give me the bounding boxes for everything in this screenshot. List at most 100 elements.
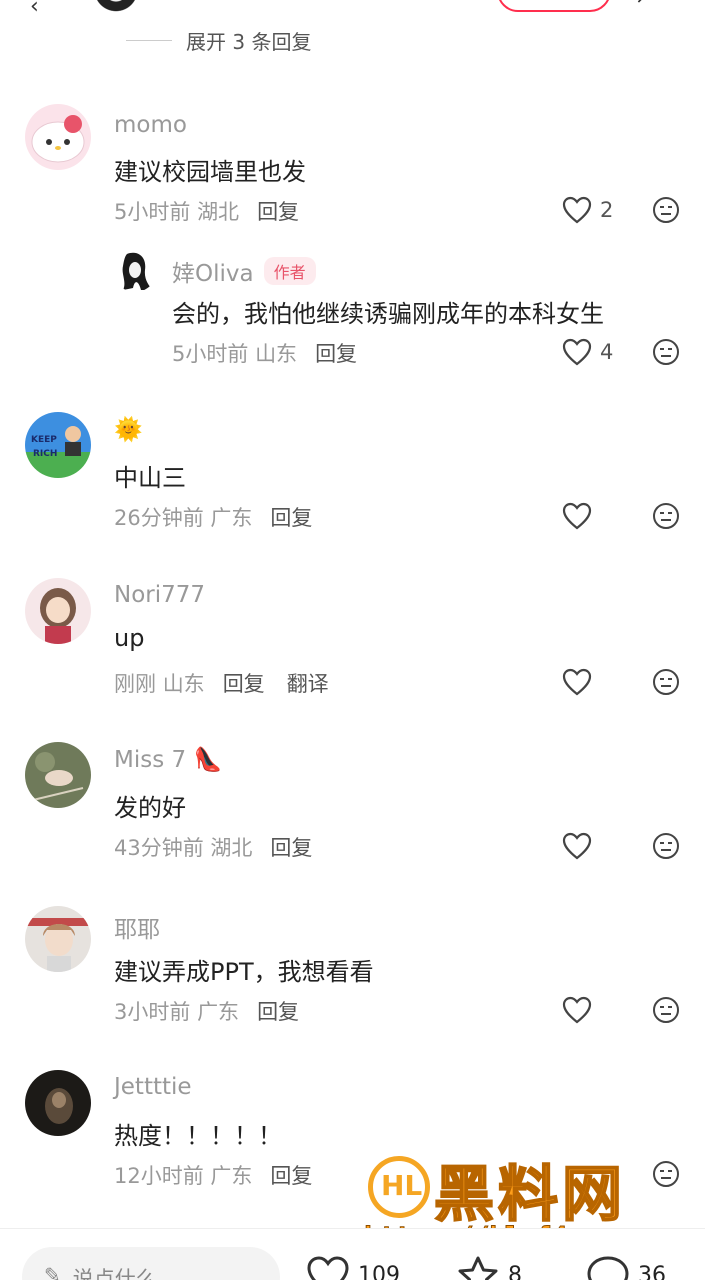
heart-icon bbox=[307, 1256, 349, 1280]
watermark-logo: HL bbox=[368, 1156, 430, 1218]
heart-icon bbox=[562, 996, 592, 1024]
avatar[interactable] bbox=[25, 742, 91, 808]
expand-replies-label[interactable]: 展开 3 条回复 bbox=[186, 26, 311, 55]
favorite-button[interactable]: 8 bbox=[456, 1255, 522, 1280]
comment-meta: 3小时前 广东 回复 bbox=[114, 996, 299, 1026]
emoji-reaction-icon[interactable] bbox=[652, 996, 680, 1024]
like-post-button[interactable]: 109 bbox=[306, 1255, 400, 1280]
author-name[interactable]: Jettttie bbox=[114, 1074, 192, 1100]
heart-icon bbox=[562, 502, 592, 530]
like-count: 4 bbox=[600, 340, 614, 364]
svg-text:KEEP: KEEP bbox=[31, 435, 57, 445]
author-name[interactable]: 婞Oliva bbox=[172, 254, 254, 288]
comment-author[interactable]: Miss 7 👠 bbox=[114, 746, 222, 773]
reply-button[interactable]: 回复 bbox=[257, 196, 299, 226]
comment-text: 建议弄成PPT，我想看看 bbox=[114, 958, 374, 986]
share-icon[interactable]: ↗ bbox=[635, 0, 652, 8]
divider bbox=[126, 39, 172, 41]
comment-author[interactable]: Nori777 bbox=[114, 582, 205, 608]
like-button[interactable] bbox=[562, 502, 592, 530]
top-bar: ‹ ↗ bbox=[0, 0, 705, 20]
comment-text: up bbox=[114, 624, 145, 652]
author-name[interactable]: 🌞 bbox=[114, 416, 143, 443]
comment-location: 山东 bbox=[162, 672, 205, 696]
comment-bubble-icon bbox=[587, 1256, 629, 1280]
emoji-reaction-icon[interactable] bbox=[652, 338, 680, 366]
like-button[interactable] bbox=[562, 668, 592, 696]
watermark-title: 黑料网 bbox=[433, 1159, 626, 1231]
heart-icon bbox=[562, 668, 592, 696]
like-button[interactable]: 4 bbox=[562, 338, 613, 366]
comment-location: 湖北 bbox=[197, 200, 240, 224]
comment-location: 广东 bbox=[210, 1164, 253, 1188]
comment-location: 山东 bbox=[255, 342, 298, 366]
watermark-logo-text: HL bbox=[381, 1169, 423, 1202]
comment-time: 26分钟前 bbox=[114, 506, 204, 530]
comment-meta: 43分钟前 湖北 回复 bbox=[114, 832, 312, 862]
comment-time: 3小时前 bbox=[114, 1000, 191, 1024]
expand-replies[interactable]: 展开 3 条回复 bbox=[126, 26, 311, 54]
comment-meta: 26分钟前 广东 回复 bbox=[114, 502, 312, 532]
author-name[interactable]: Nori777 bbox=[114, 582, 205, 608]
avatar[interactable]: KEEP RICH bbox=[25, 412, 91, 478]
avatar[interactable] bbox=[25, 578, 91, 644]
comment-time: 刚刚 bbox=[114, 672, 156, 696]
author-name[interactable]: 耶耶 bbox=[114, 910, 160, 944]
avatar[interactable] bbox=[25, 104, 91, 170]
follow-button[interactable] bbox=[497, 0, 611, 12]
heart-icon bbox=[562, 832, 592, 860]
emoji-reaction-icon[interactable] bbox=[652, 502, 680, 530]
comment-author[interactable]: Jettttie bbox=[114, 1074, 192, 1100]
comment-time: 5小时前 bbox=[172, 342, 249, 366]
translate-button[interactable]: 翻译 bbox=[287, 668, 329, 698]
emoji-reaction-icon[interactable] bbox=[652, 832, 680, 860]
reply-button[interactable]: 回复 bbox=[223, 668, 265, 698]
reply-button[interactable]: 回复 bbox=[270, 832, 312, 862]
like-button[interactable]: 2 bbox=[562, 196, 613, 224]
comment-location: 广东 bbox=[197, 1000, 240, 1024]
reply-button[interactable]: 回复 bbox=[270, 502, 312, 532]
avatar[interactable] bbox=[113, 248, 157, 292]
comment-count: 36 bbox=[638, 1262, 666, 1280]
star-icon bbox=[458, 1256, 498, 1280]
comment-author[interactable]: 婞Oliva 作者 bbox=[172, 254, 316, 288]
comment-author[interactable]: momo bbox=[114, 112, 187, 138]
emoji-reaction-icon[interactable] bbox=[652, 668, 680, 696]
comment-text: 发的好 bbox=[114, 794, 186, 822]
comment-meta: 刚刚 山东 回复 翻译 bbox=[114, 668, 329, 698]
author-avatar[interactable] bbox=[88, 0, 144, 16]
author-badge: 作者 bbox=[263, 257, 316, 285]
comment-input[interactable]: ✎ 说点什么... bbox=[22, 1247, 280, 1280]
comment-time: 5小时前 bbox=[114, 200, 191, 224]
comment-input-placeholder: 说点什么... bbox=[72, 1267, 177, 1280]
comment-meta: 5小时前 湖北 回复 bbox=[114, 196, 299, 226]
comment-time: 43分钟前 bbox=[114, 836, 204, 860]
comment-text: 热度！！！！！ bbox=[114, 1122, 282, 1150]
author-name[interactable]: Miss 7 👠 bbox=[114, 746, 222, 773]
comment-author[interactable]: 🌞 bbox=[114, 416, 143, 443]
avatar[interactable] bbox=[25, 1070, 91, 1136]
comment-meta: 12小时前 广东 回复 bbox=[114, 1160, 312, 1190]
author-name[interactable]: momo bbox=[114, 112, 187, 138]
reply-button[interactable]: 回复 bbox=[315, 338, 357, 368]
heart-icon bbox=[562, 196, 592, 224]
comment-text: 会的，我怕他继续诱骗刚成年的本科女生 bbox=[172, 300, 604, 328]
comment-text: 中山三 bbox=[114, 464, 186, 492]
like-button[interactable] bbox=[562, 996, 592, 1024]
emoji-reaction-icon[interactable] bbox=[652, 196, 680, 224]
favorite-count: 8 bbox=[508, 1262, 522, 1280]
reply-button[interactable]: 回复 bbox=[257, 996, 299, 1026]
comment-location: 广东 bbox=[210, 506, 253, 530]
avatar[interactable] bbox=[25, 906, 91, 972]
pencil-icon: ✎ bbox=[44, 1263, 61, 1280]
comment-text: 建议校园墙里也发 bbox=[114, 158, 306, 186]
bottom-action-bar: ✎ 说点什么... 109 8 36 bbox=[0, 1228, 705, 1280]
svg-text:RICH: RICH bbox=[33, 449, 57, 459]
comments-button[interactable]: 36 bbox=[586, 1255, 666, 1280]
comment-author[interactable]: 耶耶 bbox=[114, 910, 160, 944]
reply-button[interactable]: 回复 bbox=[270, 1160, 312, 1190]
heart-icon bbox=[562, 338, 592, 366]
like-button[interactable] bbox=[562, 832, 592, 860]
like-count: 109 bbox=[358, 1262, 400, 1280]
back-arrow-icon[interactable]: ‹ bbox=[30, 0, 39, 19]
